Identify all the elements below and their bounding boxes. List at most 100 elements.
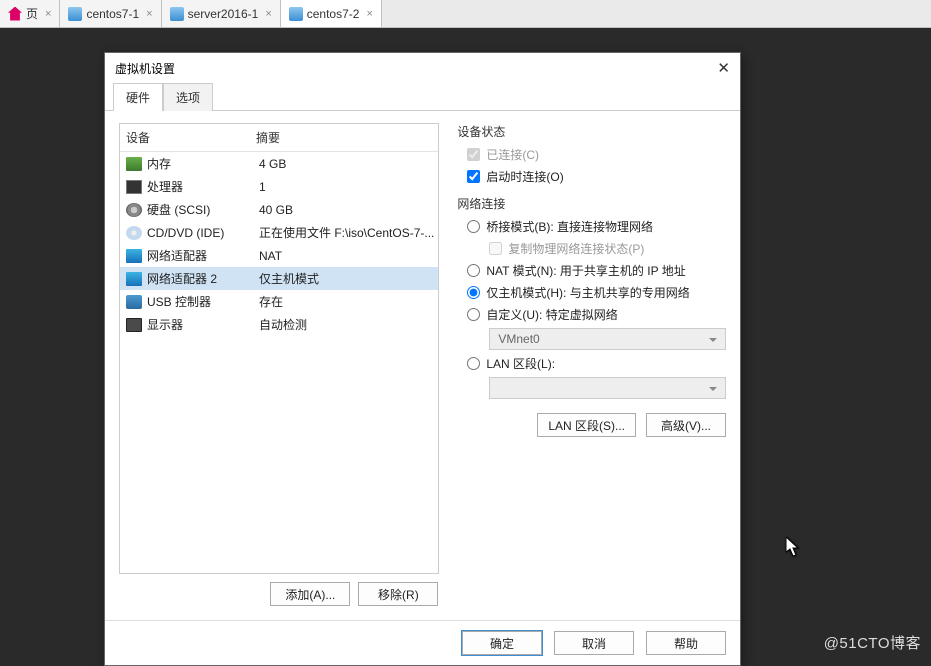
custom-radio[interactable]: 自定义(U): 特定虚拟网络	[467, 306, 726, 323]
monitor-icon	[126, 318, 142, 332]
close-icon[interactable]: ×	[45, 8, 51, 20]
device-list-pane: 设备 摘要 内存 4 GB 处理器 1 硬盘	[119, 123, 439, 614]
connected-checkbox: 已连接(C)	[467, 146, 726, 163]
outer-tab-centos7-1[interactable]: centos7-1 ×	[60, 0, 161, 27]
custom-input[interactable]	[467, 308, 480, 321]
tab-label: 页	[26, 5, 38, 22]
group-title-status: 设备状态	[457, 123, 726, 140]
outer-tab-home[interactable]: 页 ×	[0, 0, 60, 27]
device-name: 处理器	[147, 178, 259, 195]
vm-icon	[170, 7, 184, 21]
network-icon	[126, 249, 142, 263]
bridged-label: 桥接模式(B): 直接连接物理网络	[486, 218, 653, 235]
device-row-cpu[interactable]: 处理器 1	[120, 175, 438, 198]
dialog-title: 虚拟机设置	[115, 60, 175, 77]
close-icon[interactable]: ×	[146, 8, 152, 20]
device-name: 显示器	[147, 316, 259, 333]
device-summary: 1	[259, 180, 434, 194]
vmnet-value: VMnet0	[498, 332, 539, 346]
device-row-usb[interactable]: USB 控制器 存在	[120, 290, 438, 313]
tab-options[interactable]: 选项	[163, 83, 213, 111]
device-row-cd[interactable]: CD/DVD (IDE) 正在使用文件 F:\iso\CentOS-7-...	[120, 221, 438, 244]
device-row-net1[interactable]: 网络适配器 NAT	[120, 244, 438, 267]
outer-tab-centos7-2[interactable]: centos7-2 ×	[281, 0, 382, 27]
dialog-close-button[interactable]: ✕	[717, 59, 730, 77]
dialog-tabs: 硬件 选项	[105, 83, 740, 111]
replicate-checkbox: 复制物理网络连接状态(P)	[467, 240, 726, 257]
connect-at-poweron-label: 启动时连接(O)	[486, 168, 563, 185]
device-name: 网络适配器 2	[147, 270, 259, 287]
tab-label: centos7-1	[86, 7, 139, 21]
device-row-net2[interactable]: 网络适配器 2 仅主机模式	[120, 267, 438, 290]
cd-icon	[126, 226, 142, 240]
usb-icon	[126, 295, 142, 309]
device-summary: NAT	[259, 249, 434, 263]
connect-at-poweron-checkbox[interactable]: 启动时连接(O)	[467, 168, 726, 185]
ok-button[interactable]: 确定	[462, 631, 542, 655]
col-summary: 摘要	[250, 124, 438, 151]
device-details-pane: 设备状态 已连接(C) 启动时连接(O) 网络连接	[457, 123, 726, 614]
tab-label: server2016-1	[188, 7, 259, 21]
desktop-area: 虚拟机设置 ✕ 硬件 选项 设备 摘要 内存 4 GB	[0, 28, 931, 661]
lanseg-radio[interactable]: LAN 区段(L):	[467, 355, 726, 372]
nat-input[interactable]	[467, 264, 480, 277]
close-icon[interactable]: ×	[265, 8, 271, 20]
bridged-radio[interactable]: 桥接模式(B): 直接连接物理网络	[467, 218, 726, 235]
add-device-button[interactable]: 添加(A)...	[270, 582, 350, 606]
cancel-button[interactable]: 取消	[554, 631, 634, 655]
device-name: 网络适配器	[147, 247, 259, 264]
tab-hardware[interactable]: 硬件	[113, 83, 163, 111]
device-table-header: 设备 摘要	[120, 124, 438, 152]
device-summary: 4 GB	[259, 157, 434, 171]
device-table: 设备 摘要 内存 4 GB 处理器 1 硬盘	[119, 123, 439, 574]
replicate-label: 复制物理网络连接状态(P)	[508, 240, 644, 257]
nat-label: NAT 模式(N): 用于共享主机的 IP 地址	[486, 262, 685, 279]
col-device: 设备	[120, 124, 250, 151]
device-summary: 存在	[259, 293, 434, 310]
lanseg-label: LAN 区段(L):	[486, 355, 555, 372]
device-name: CD/DVD (IDE)	[147, 226, 259, 240]
cpu-icon	[126, 180, 142, 194]
hostonly-label: 仅主机模式(H): 与主机共享的专用网络	[486, 284, 689, 301]
vm-settings-dialog: 虚拟机设置 ✕ 硬件 选项 设备 摘要 内存 4 GB	[104, 52, 741, 666]
outer-tab-server2016-1[interactable]: server2016-1 ×	[162, 0, 281, 27]
lan-segments-button[interactable]: LAN 区段(S)...	[537, 413, 636, 437]
advanced-button[interactable]: 高级(V)...	[646, 413, 726, 437]
nat-radio[interactable]: NAT 模式(N): 用于共享主机的 IP 地址	[467, 262, 726, 279]
help-button[interactable]: 帮助	[646, 631, 726, 655]
custom-label: 自定义(U): 特定虚拟网络	[486, 306, 617, 323]
mouse-cursor-icon	[786, 537, 800, 557]
device-summary: 仅主机模式	[259, 270, 434, 287]
close-icon[interactable]: ×	[366, 8, 372, 20]
device-summary: 自动检测	[259, 316, 434, 333]
dialog-footer: 确定 取消 帮助	[105, 620, 740, 665]
disk-icon	[126, 203, 142, 217]
lanseg-input[interactable]	[467, 357, 480, 370]
device-row-disk[interactable]: 硬盘 (SCSI) 40 GB	[120, 198, 438, 221]
connect-at-poweron-input[interactable]	[467, 170, 480, 183]
watermark-text: @51CTO博客	[824, 632, 921, 653]
tab-label: centos7-2	[307, 7, 360, 21]
vm-icon	[289, 7, 303, 21]
device-row-display[interactable]: 显示器 自动检测	[120, 313, 438, 336]
network-connection-group: 网络连接 桥接模式(B): 直接连接物理网络 复制物理网络连接状态(P)	[457, 195, 726, 399]
vmnet-select: VMnet0	[489, 328, 726, 350]
hostonly-radio[interactable]: 仅主机模式(H): 与主机共享的专用网络	[467, 284, 726, 301]
bridged-input[interactable]	[467, 220, 480, 233]
home-icon	[8, 7, 22, 21]
device-name: 内存	[147, 155, 259, 172]
memory-icon	[126, 157, 142, 171]
hostonly-input[interactable]	[467, 286, 480, 299]
connected-label: 已连接(C)	[486, 146, 539, 163]
app-tab-strip: 页 × centos7-1 × server2016-1 × centos7-2…	[0, 0, 931, 28]
remove-device-button[interactable]: 移除(R)	[358, 582, 438, 606]
device-row-memory[interactable]: 内存 4 GB	[120, 152, 438, 175]
lanseg-select	[489, 377, 726, 399]
group-title-network: 网络连接	[457, 195, 726, 212]
device-name: USB 控制器	[147, 293, 259, 310]
connected-input	[467, 148, 480, 161]
device-name: 硬盘 (SCSI)	[147, 201, 259, 218]
network-icon	[126, 272, 142, 286]
dialog-titlebar: 虚拟机设置 ✕	[105, 53, 740, 83]
device-summary: 40 GB	[259, 203, 434, 217]
